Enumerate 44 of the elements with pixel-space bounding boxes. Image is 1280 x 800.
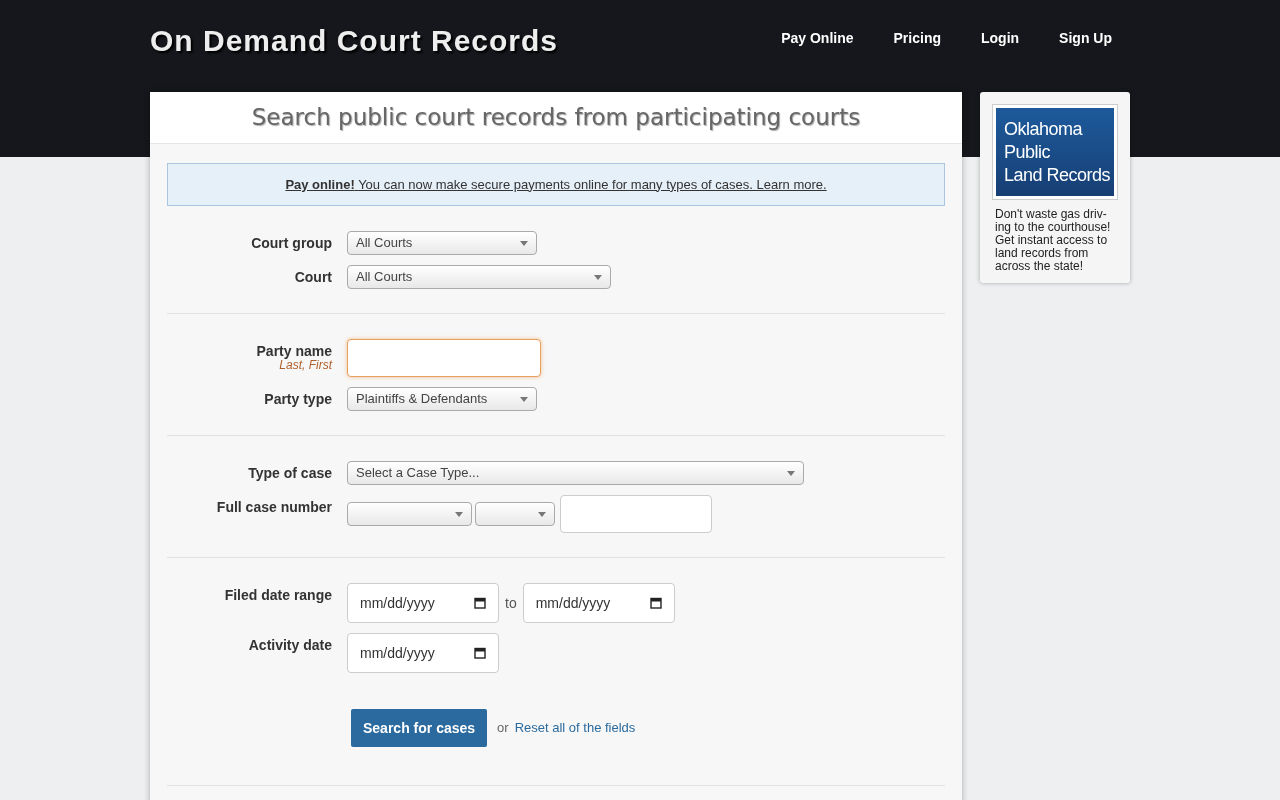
date-field[interactable]: mm/dd/yyyy <box>347 583 499 623</box>
nav-link[interactable]: Pay Online <box>781 28 854 49</box>
calendar-icon <box>474 647 486 659</box>
caret-icon <box>520 240 528 246</box>
caret-icon <box>787 470 795 476</box>
field-label: Full case number <box>216 499 332 515</box>
nav-link[interactable]: Sign Up <box>1059 28 1112 49</box>
caret-icon <box>538 511 546 517</box>
date-field[interactable]: mm/dd/yyyy <box>347 633 499 673</box>
calendar-icon <box>649 597 662 609</box>
field-hint: Last, First <box>279 359 332 372</box>
reset-link[interactable]: Reset all of the fields <box>514 718 636 738</box>
field-label: Party type <box>264 391 332 407</box>
dropdown[interactable]: All Courts <box>347 265 611 289</box>
nav-link[interactable]: Pricing <box>893 28 941 49</box>
or-text: or <box>497 719 509 738</box>
nav-link[interactable]: Login <box>981 28 1020 49</box>
banner-text: Oklahoma <box>1004 118 1084 141</box>
page-heading: Search public court records from participating courts <box>251 103 861 133</box>
notice-link[interactable]: Pay online! You can now make secure payments online for many types of cases. Learn more. <box>285 174 827 195</box>
caret-icon <box>520 396 528 402</box>
land-records-banner[interactable]: Oklahoma Public Land Records <box>992 104 1118 200</box>
site-logo: On Demand Court Records <box>150 23 559 59</box>
field-label: Type of case <box>248 465 332 481</box>
field-label: Court group <box>251 235 332 251</box>
calendar-icon <box>474 597 486 609</box>
text-input[interactable] <box>560 495 712 533</box>
dropdown[interactable]: All Courts <box>347 231 537 255</box>
banner-text: Public <box>1004 141 1052 164</box>
field-label: Party name <box>256 343 332 359</box>
field-label: Filed date range <box>224 587 332 603</box>
dropdown[interactable]: Plaintiffs & Defendants <box>347 387 537 411</box>
range-separator: to <box>505 593 517 613</box>
dropdown[interactable] <box>347 502 472 526</box>
field-label: Court <box>294 269 332 285</box>
caret-icon <box>455 511 463 517</box>
dropdown[interactable]: Select a Case Type... <box>347 461 804 485</box>
dropdown[interactable] <box>475 502 555 526</box>
search-button[interactable]: Search for cases <box>351 709 488 747</box>
text-input[interactable] <box>347 339 541 377</box>
ad-text: Don't waste gas driv-ing to the courthouse! Get instant access to land records from across the state! <box>994 208 1112 273</box>
field-label: Activity date <box>248 637 332 653</box>
caret-icon <box>594 274 602 280</box>
date-field[interactable]: mm/dd/yyyy <box>522 583 675 623</box>
